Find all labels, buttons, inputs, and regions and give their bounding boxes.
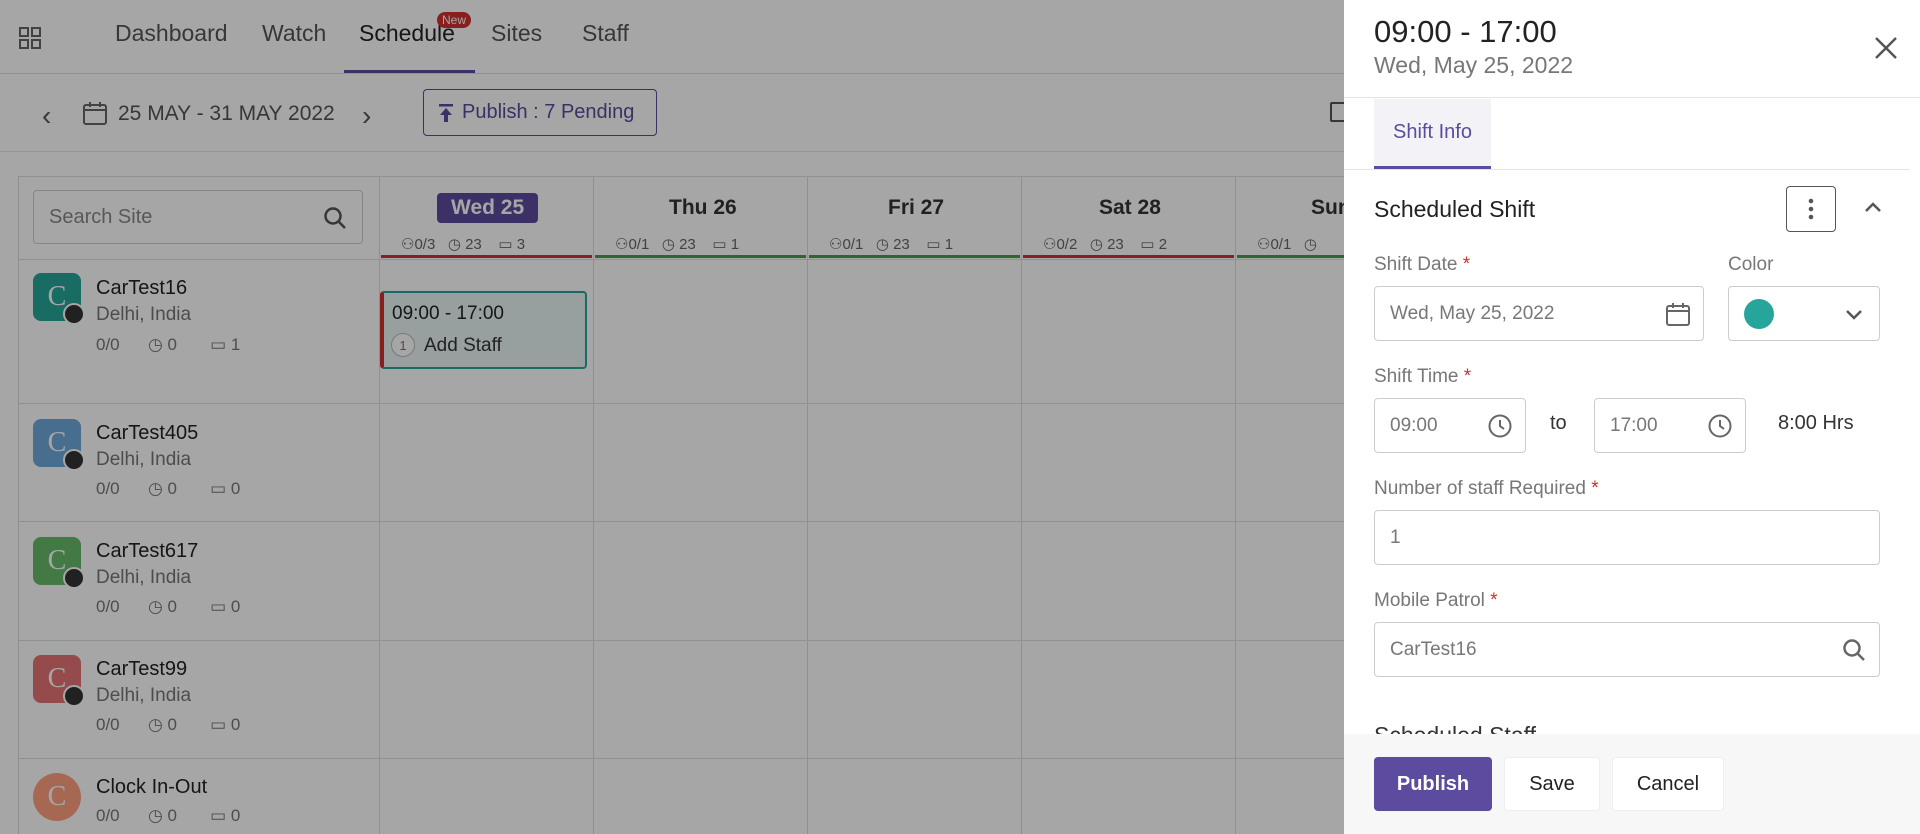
color-select[interactable] bbox=[1728, 286, 1880, 341]
staff-required-label: Number of staff Required * bbox=[1374, 478, 1599, 499]
color-swatch bbox=[1744, 298, 1774, 329]
modal-backdrop[interactable] bbox=[0, 0, 1344, 834]
clock-icon[interactable] bbox=[1707, 413, 1733, 439]
time-separator: to bbox=[1550, 412, 1567, 434]
section-title: Scheduled Shift bbox=[1374, 196, 1536, 222]
kebab-icon bbox=[1808, 198, 1814, 220]
publish-button[interactable]: Publish bbox=[1374, 757, 1492, 811]
close-icon[interactable] bbox=[1872, 34, 1900, 62]
end-time-value: 17:00 bbox=[1610, 414, 1658, 436]
mobile-patrol-value: CarTest16 bbox=[1390, 638, 1477, 660]
save-button[interactable]: Save bbox=[1504, 757, 1600, 811]
schedule-app: Dashboard Watch Schedule New Sites Staff… bbox=[0, 0, 1920, 834]
staff-required-value: 1 bbox=[1390, 526, 1401, 548]
tab-divider bbox=[1344, 169, 1910, 170]
tab-shift-info[interactable]: Shift Info bbox=[1374, 99, 1491, 169]
shift-date-value: Wed, May 25, 2022 bbox=[1390, 302, 1555, 324]
shift-duration: 8:00 Hrs bbox=[1778, 412, 1854, 434]
panel-subtitle: Wed, May 25, 2022 bbox=[1374, 52, 1574, 78]
chevron-down-icon bbox=[1846, 310, 1862, 320]
color-label: Color bbox=[1728, 254, 1774, 275]
cancel-button[interactable]: Cancel bbox=[1612, 757, 1724, 811]
end-time-field[interactable]: 17:00 bbox=[1594, 398, 1746, 453]
scheduled-staff-section-title: Scheduled Staff bbox=[1374, 722, 1536, 734]
mobile-patrol-input[interactable]: CarTest16 bbox=[1374, 622, 1880, 677]
calendar-icon[interactable] bbox=[1665, 301, 1691, 327]
more-options-button[interactable] bbox=[1786, 186, 1836, 232]
panel-title: 09:00 - 17:00 bbox=[1374, 14, 1557, 49]
start-time-field[interactable]: 09:00 bbox=[1374, 398, 1526, 453]
staff-required-input[interactable]: 1 bbox=[1374, 510, 1880, 565]
shift-date-field[interactable]: Wed, May 25, 2022 bbox=[1374, 286, 1704, 341]
clock-icon[interactable] bbox=[1487, 413, 1513, 439]
collapse-chevron-icon[interactable] bbox=[1862, 196, 1884, 218]
shift-details-panel: 09:00 - 17:00 Wed, May 25, 2022 Shift In… bbox=[1344, 0, 1920, 834]
shift-date-label: Shift Date * bbox=[1374, 254, 1471, 275]
start-time-value: 09:00 bbox=[1390, 414, 1438, 436]
shift-time-label: Shift Time * bbox=[1374, 366, 1472, 387]
panel-header-divider bbox=[1344, 97, 1920, 98]
mobile-patrol-label: Mobile Patrol * bbox=[1374, 590, 1498, 611]
search-icon[interactable] bbox=[1841, 637, 1867, 663]
